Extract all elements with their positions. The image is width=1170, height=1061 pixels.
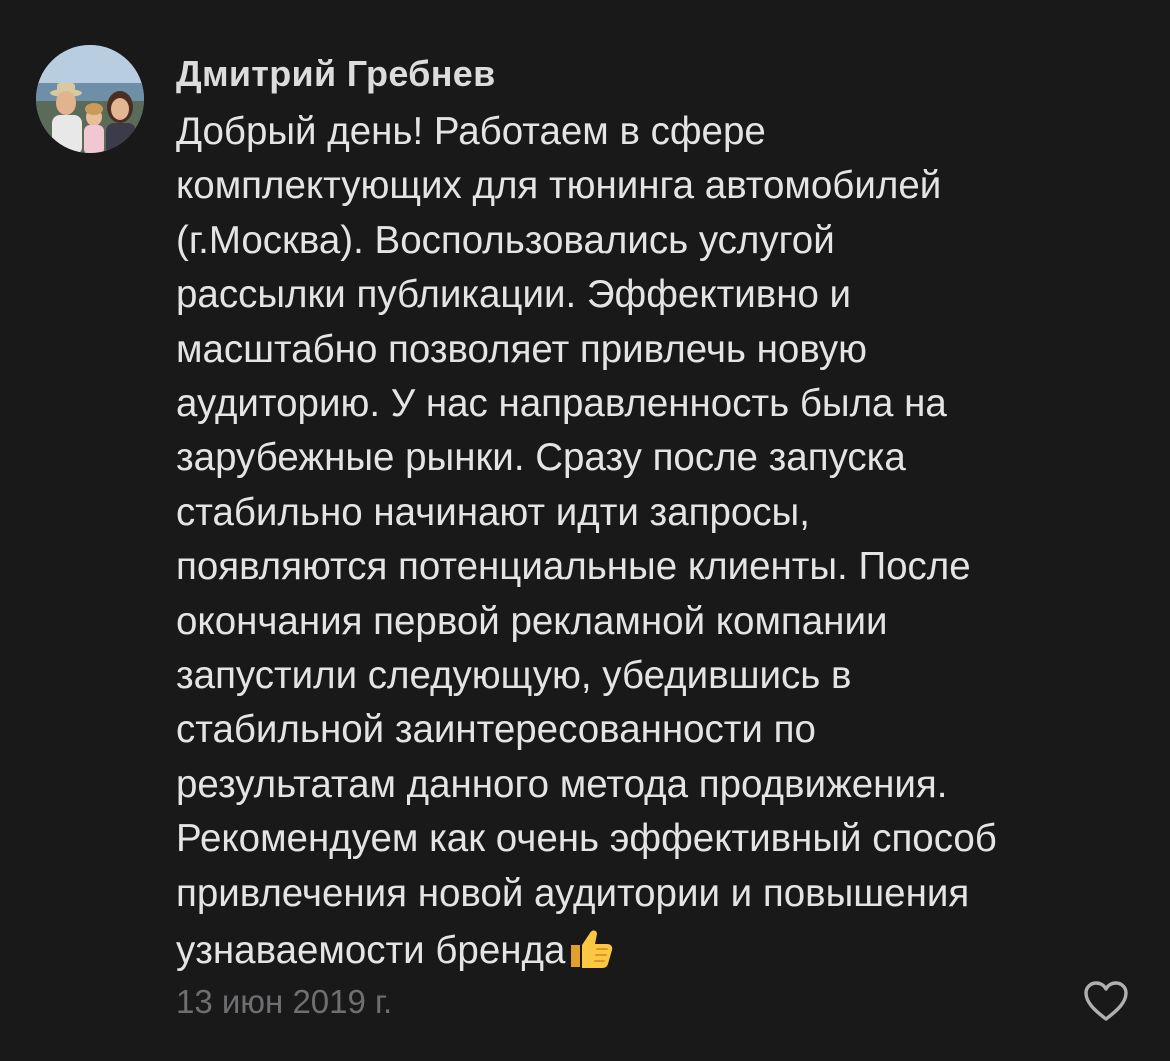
comment-text-line: результатам данного метода продвижения. [176,762,948,806]
comment-text-line: стабильно начинают идти запросы, [176,490,810,534]
avatar-photo [36,45,144,153]
comment-text-line: зарубежные рынки. Сразу после запуска [176,436,906,480]
comment-text-line: стабильной заинтересованности по [176,708,816,752]
author-name[interactable]: Дмитрий Гребнев [176,52,496,96]
comment-text-line: узнаваемости бренда [176,929,566,973]
comment-text-line-last: узнаваемости бренда [176,921,1136,978]
avatar[interactable] [36,45,144,153]
comment-text-line: рассылки публикации. Эффективно и [176,273,852,317]
comment-text-line: масштабно позволяет привлечь новую [176,327,868,371]
comment-text-line: аудиторию. У нас направленность была на [176,382,947,426]
comment-text-line: (г.Москва). Воспользовались услугой [176,218,835,262]
comment-text-line: комплектующих для тюнинга автомобилей [176,164,942,208]
comment-text-line: окончания первой рекламной компании [176,599,888,643]
comment-text-line: Рекомендуем как очень эффективный способ [176,817,997,861]
heart-outline-icon [1084,981,1128,1021]
comment-date: 13 июн 2019 г. [176,983,393,1020]
thumbs-up-emoji-icon [565,921,617,973]
comment-text-line: привлечения новой аудитории и повышения [176,871,970,915]
comment-text-line: Добрый день! Работаем в сфере [176,110,766,153]
comment: Дмитрий Гребнев Добрый день! Работаем в … [0,0,1170,1061]
comment-text-line: запустили следующую, убедившись в [176,654,852,698]
like-button[interactable] [1082,980,1130,1022]
comment-text-line: появляются потенциальные клиенты. После [176,545,971,589]
comment-text: Добрый день! Работаем в сфере комплектую… [176,105,1136,979]
